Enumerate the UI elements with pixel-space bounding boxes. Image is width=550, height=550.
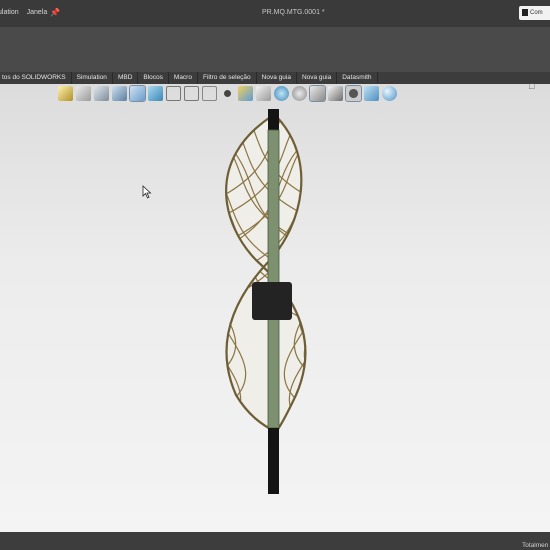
tab-blocks[interactable]: Blocos bbox=[138, 72, 169, 84]
tab-simulation[interactable]: Simulation bbox=[72, 72, 113, 84]
tab-selection-filter[interactable]: Filtro de seleção bbox=[198, 72, 257, 84]
display-icon[interactable] bbox=[274, 86, 289, 101]
heads-up-view-toolbar bbox=[58, 85, 397, 102]
hide-show-icon[interactable] bbox=[220, 86, 235, 101]
status-bar bbox=[0, 532, 550, 550]
title-bar: ulation Janela 📌 PR.MQ.MTG.0001 * Com bbox=[0, 0, 550, 27]
command-tabs: tos do SOLIDWORKS Simulation MBD Blocos … bbox=[0, 72, 550, 84]
perspective-icon[interactable] bbox=[345, 85, 362, 102]
shaded-icon[interactable] bbox=[148, 86, 163, 101]
cartoon-icon[interactable] bbox=[364, 86, 379, 101]
edges-icon[interactable] bbox=[202, 86, 217, 101]
helical-lattice-panel[interactable] bbox=[189, 84, 340, 460]
pin-toolbar-icon[interactable]: □ bbox=[529, 81, 534, 91]
pin-icon[interactable]: 📌 bbox=[50, 8, 60, 17]
document-title: PR.MQ.MTG.0001 * bbox=[262, 9, 325, 16]
view-orientation-icon[interactable] bbox=[129, 85, 146, 102]
hidden-lines-icon[interactable] bbox=[184, 86, 199, 101]
command-search-box[interactable]: Com bbox=[519, 6, 550, 20]
zoom-fit-icon[interactable] bbox=[58, 86, 73, 101]
section-view-icon[interactable] bbox=[112, 86, 127, 101]
zoom-area-icon[interactable] bbox=[76, 86, 91, 101]
ambient-occlusion-icon[interactable] bbox=[328, 86, 343, 101]
shadows-icon[interactable] bbox=[309, 85, 326, 102]
model-view[interactable] bbox=[0, 84, 550, 532]
command-search-label: Com bbox=[530, 10, 543, 16]
scene-icon[interactable] bbox=[256, 86, 271, 101]
menu-bar: ulation Janela bbox=[0, 9, 55, 16]
tab-macro[interactable]: Macro bbox=[169, 72, 198, 84]
wireframe-icon[interactable] bbox=[166, 86, 181, 101]
previous-view-icon[interactable] bbox=[94, 86, 109, 101]
tab-solidworks-addins[interactable]: tos do SOLIDWORKS bbox=[0, 72, 72, 84]
mouse-cursor-icon bbox=[142, 185, 152, 199]
tab-datasmith[interactable]: Datasmith bbox=[337, 72, 378, 84]
graphics-viewport[interactable] bbox=[0, 84, 550, 532]
appearance-icon[interactable] bbox=[238, 86, 253, 101]
tab-new-tab-1[interactable]: Nova guia bbox=[257, 72, 297, 84]
menu-item-simulation[interactable]: ulation bbox=[0, 9, 19, 16]
command-manager-toolbar bbox=[0, 27, 550, 95]
tab-mbd[interactable]: MBD bbox=[113, 72, 139, 84]
tab-new-tab-2[interactable]: Nova guia bbox=[297, 72, 338, 84]
status-text: Totalmen bbox=[522, 542, 549, 549]
menu-item-window[interactable]: Janela bbox=[27, 9, 48, 16]
terminal-icon bbox=[522, 9, 528, 16]
realview-icon[interactable] bbox=[292, 86, 307, 101]
sphere-icon[interactable] bbox=[382, 86, 397, 101]
